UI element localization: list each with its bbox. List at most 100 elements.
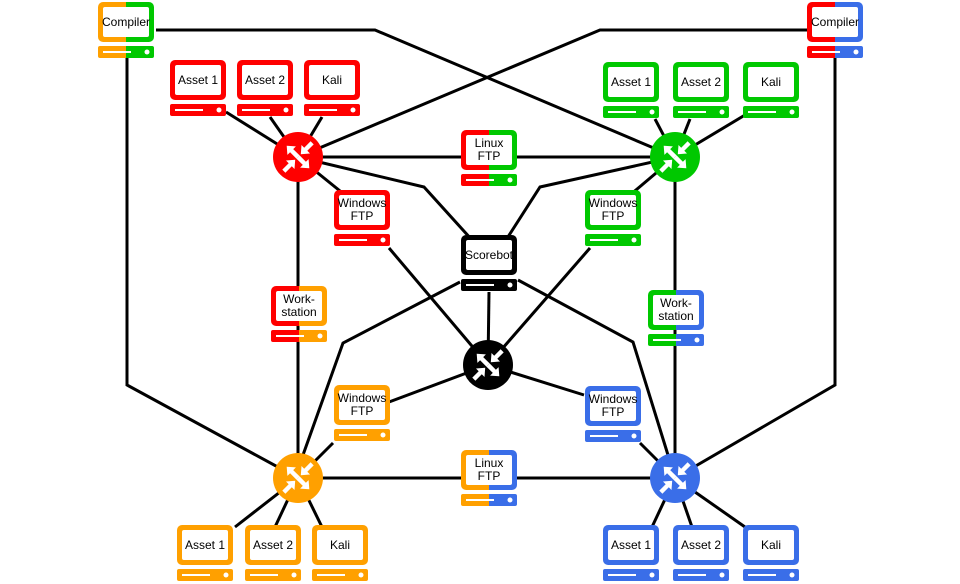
- host-green-asset2[interactable]: Asset 2: [673, 62, 729, 118]
- hosts: Compiler Compiler Asset 1 Asset 2 Kali Asset …: [98, 2, 863, 581]
- host-red-asset2[interactable]: Asset 2: [237, 60, 293, 116]
- drive-slot: [748, 111, 776, 113]
- router-black[interactable]: [463, 340, 513, 390]
- drive-slot: [608, 574, 636, 576]
- host-compiler-right[interactable]: Compiler: [807, 2, 863, 58]
- power-led: [719, 572, 725, 578]
- host-linux-ftp-top[interactable]: LinuxFTP: [461, 130, 517, 186]
- power-led: [719, 109, 725, 115]
- host-label: FTP: [478, 149, 501, 163]
- network-topology-svg: Compiler Compiler Asset 1 Asset 2 Kali Asset …: [98, 2, 863, 581]
- network-link: [156, 28, 676, 159]
- network-link: [297, 28, 807, 159]
- host-windows-ftp-orange[interactable]: WindowsFTP: [334, 385, 390, 441]
- host-windows-ftp-blue[interactable]: WindowsFTP: [585, 386, 641, 442]
- drive-slot: [590, 239, 618, 241]
- drive-slot: [339, 239, 367, 241]
- host-label: Asset 2: [253, 538, 293, 552]
- drive-slot: [103, 51, 131, 53]
- host-blue-asset2[interactable]: Asset 2: [673, 525, 729, 581]
- host-label: Linux: [475, 456, 504, 470]
- drive-slot: [242, 109, 270, 111]
- router-red[interactable]: [273, 132, 323, 182]
- host-label: Kali: [322, 73, 342, 87]
- power-led: [853, 49, 859, 55]
- power-led: [144, 49, 150, 55]
- host-label: FTP: [351, 209, 374, 223]
- host-label: FTP: [478, 469, 501, 483]
- power-led: [358, 572, 364, 578]
- host-label: Windows: [338, 196, 387, 210]
- host-label: Asset 2: [681, 538, 721, 552]
- drive-slot: [590, 435, 618, 437]
- host-label: Linux: [475, 136, 504, 150]
- host-blue-kali[interactable]: Kali: [743, 525, 799, 581]
- host-label: Asset 1: [178, 73, 218, 87]
- power-led: [380, 432, 386, 438]
- host-label: Scorebot: [465, 248, 514, 262]
- drive-slot: [678, 574, 706, 576]
- drive-slot: [653, 339, 681, 341]
- host-label: Asset 1: [611, 75, 651, 89]
- power-led: [631, 433, 637, 439]
- drive-slot: [466, 499, 494, 501]
- network-link: [674, 57, 837, 480]
- power-led: [507, 282, 513, 288]
- host-label: Asset 2: [245, 73, 285, 87]
- host-orange-asset2[interactable]: Asset 2: [245, 525, 301, 581]
- drive-slot: [250, 574, 278, 576]
- drive-slot: [748, 574, 776, 576]
- host-orange-kali[interactable]: Kali: [312, 525, 368, 581]
- host-green-asset1[interactable]: Asset 1: [603, 62, 659, 118]
- host-red-kali[interactable]: Kali: [304, 60, 360, 116]
- host-label: Kali: [761, 538, 781, 552]
- router-orange[interactable]: [273, 453, 323, 503]
- drive-slot: [175, 109, 203, 111]
- drive-slot: [812, 51, 840, 53]
- power-led: [631, 237, 637, 243]
- host-compiler-left[interactable]: Compiler: [98, 2, 154, 58]
- host-linux-ftp-bottom[interactable]: LinuxFTP: [461, 450, 517, 506]
- router-blue[interactable]: [650, 453, 700, 503]
- drive-slot: [182, 574, 210, 576]
- drive-slot: [466, 284, 494, 286]
- host-workstation-right[interactable]: Work-station: [648, 290, 704, 346]
- host-scorebot[interactable]: Scorebot: [461, 235, 517, 291]
- host-label: Asset 1: [611, 538, 651, 552]
- host-label: Asset 2: [681, 75, 721, 89]
- host-label: Work-: [660, 296, 692, 310]
- host-label: FTP: [351, 404, 374, 418]
- host-workstation-left[interactable]: Work-station: [271, 286, 327, 342]
- host-label: station: [281, 305, 316, 319]
- host-green-kali[interactable]: Kali: [743, 62, 799, 118]
- power-led: [649, 109, 655, 115]
- drive-slot: [466, 179, 494, 181]
- drive-slot: [678, 111, 706, 113]
- power-led: [216, 107, 222, 113]
- host-label: Windows: [338, 391, 387, 405]
- host-windows-ftp-red[interactable]: WindowsFTP: [334, 190, 390, 246]
- host-label: Work-: [283, 292, 315, 306]
- host-windows-ftp-green[interactable]: WindowsFTP: [585, 190, 641, 246]
- power-led: [694, 337, 700, 343]
- power-led: [291, 572, 297, 578]
- power-led: [317, 333, 323, 339]
- host-label: Windows: [589, 196, 638, 210]
- power-led: [350, 107, 356, 113]
- host-label: Windows: [589, 392, 638, 406]
- drive-slot: [339, 434, 367, 436]
- power-led: [789, 572, 795, 578]
- host-label: Compiler: [811, 15, 859, 29]
- power-led: [223, 572, 229, 578]
- host-blue-asset1[interactable]: Asset 1: [603, 525, 659, 581]
- power-led: [507, 177, 513, 183]
- router-green[interactable]: [650, 132, 700, 182]
- host-orange-asset1[interactable]: Asset 1: [177, 525, 233, 581]
- host-label: Kali: [330, 538, 350, 552]
- network-diagram: Compiler Compiler Asset 1 Asset 2 Kali Asset …: [0, 0, 960, 584]
- host-red-asset1[interactable]: Asset 1: [170, 60, 226, 116]
- host-label: FTP: [602, 209, 625, 223]
- power-led: [380, 237, 386, 243]
- host-label: station: [658, 309, 693, 323]
- host-label: FTP: [602, 405, 625, 419]
